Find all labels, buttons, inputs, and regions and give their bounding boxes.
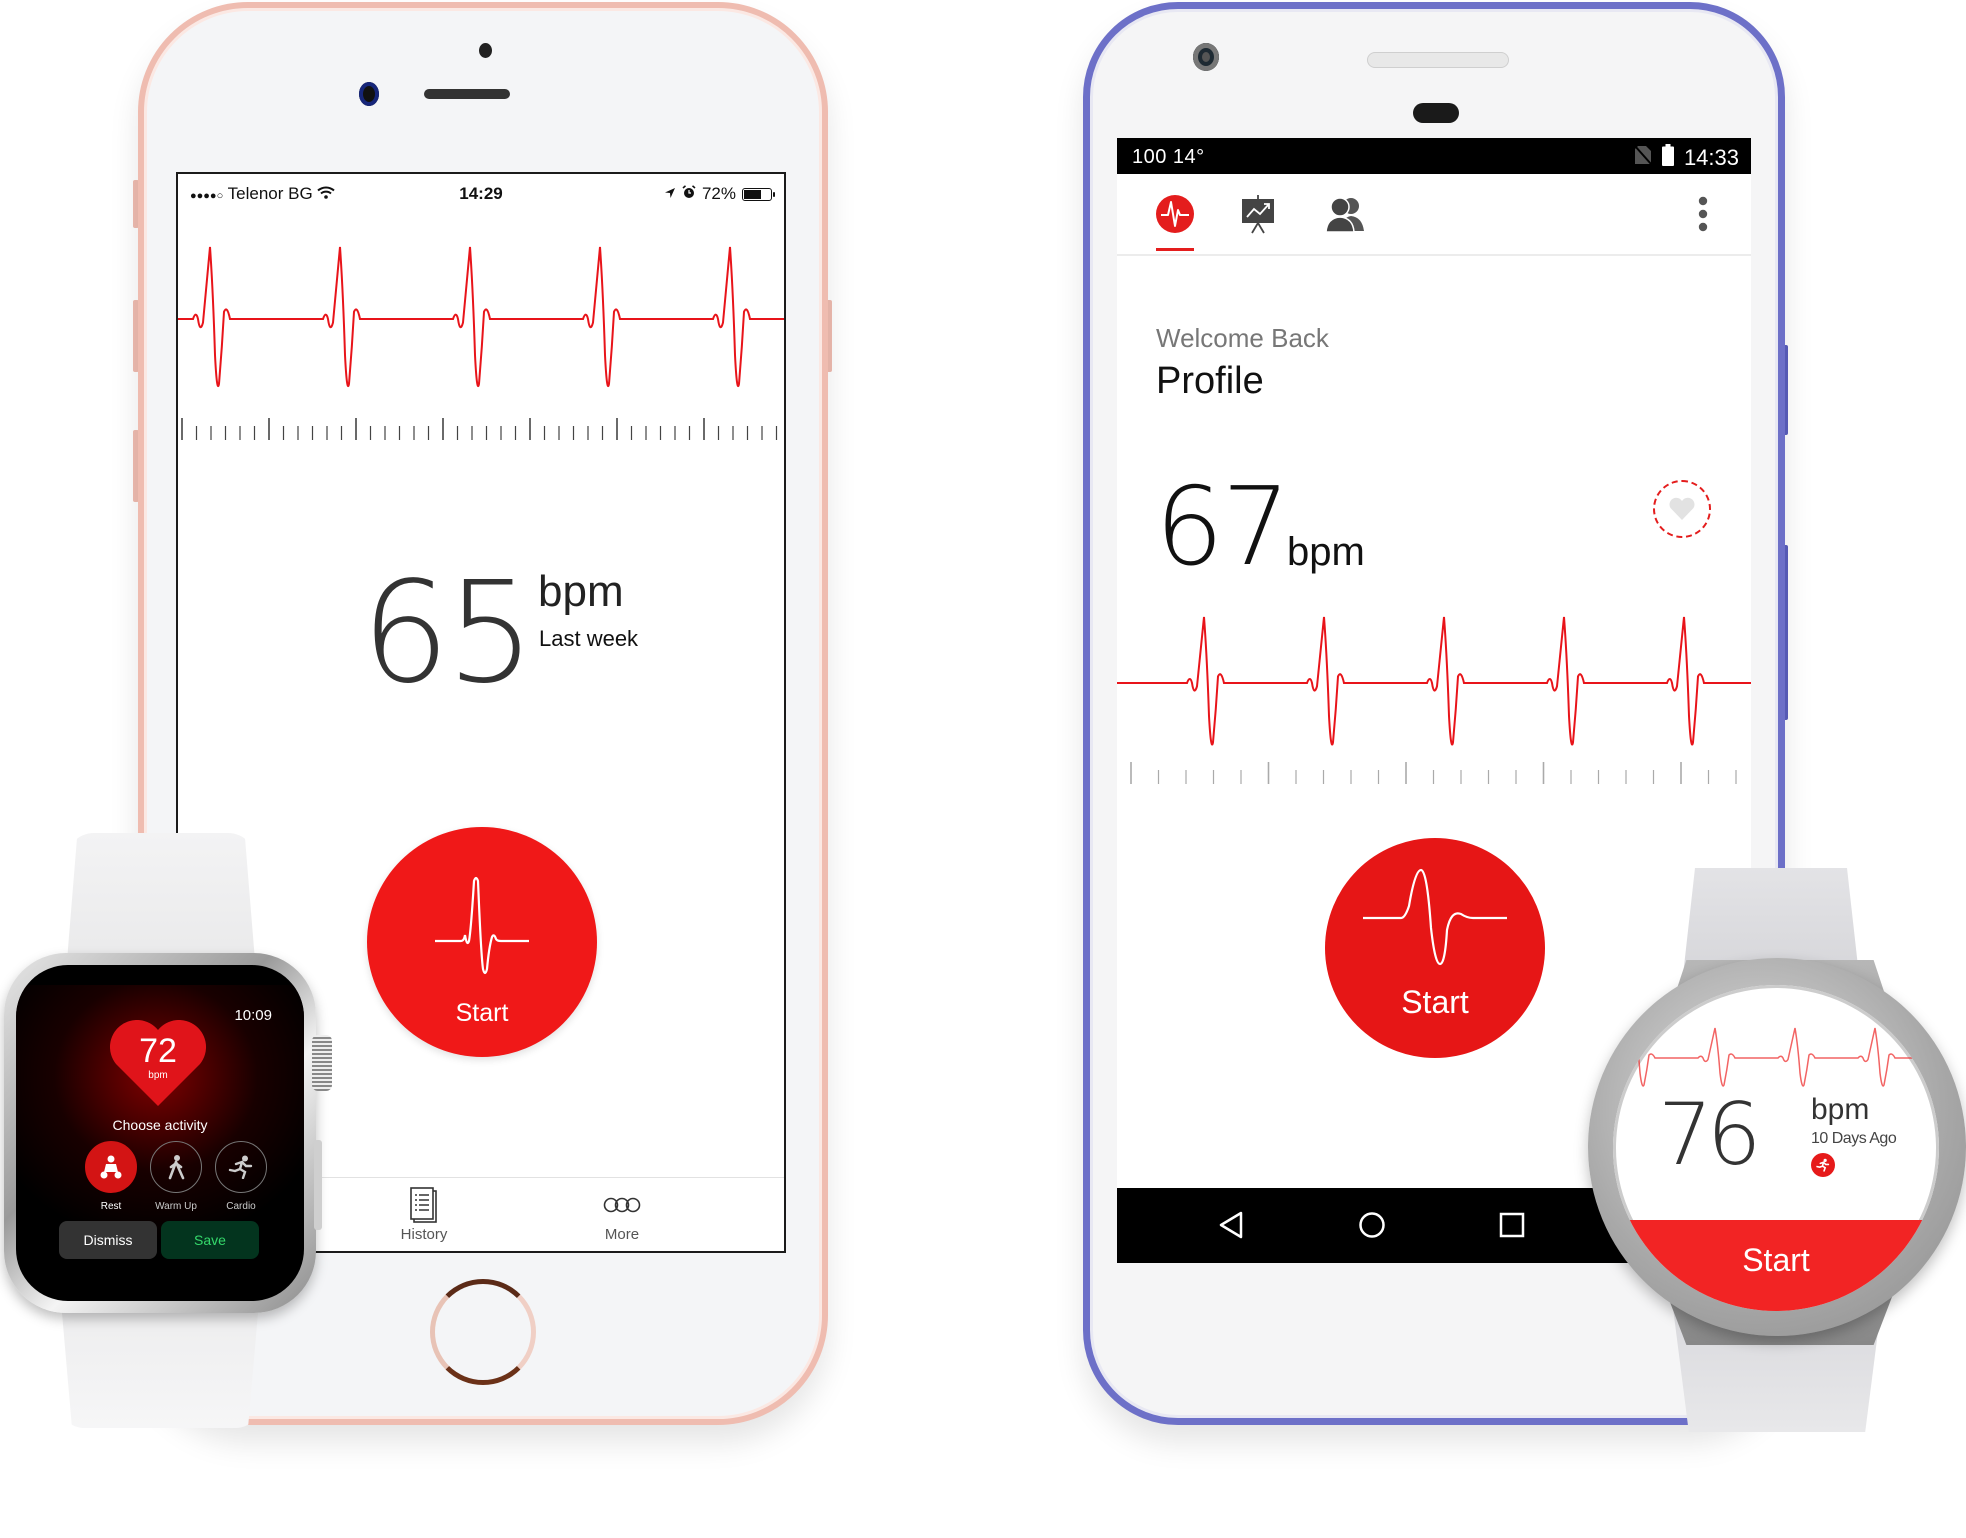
heart-rate-badge: 72 bpm [110,1020,206,1108]
apple-watch-band-top [66,833,256,973]
more-vertical-icon [1698,196,1708,232]
android-earpiece [1367,52,1509,68]
alarm-clock-icon [682,184,696,204]
running-icon [228,1155,253,1179]
start-label: Start [455,999,509,1027]
pulse-icon [1363,868,1507,966]
save-button[interactable]: Save [161,1221,259,1259]
nav-back-button[interactable] [1206,1202,1256,1248]
rest-icon [100,1155,122,1179]
battery-full-icon [1661,144,1674,172]
status-right: 72% [664,184,775,204]
battery-percent: 72% [701,184,736,203]
running-icon [1816,1158,1830,1172]
watch-bpm-unit: bpm [148,1070,168,1081]
android-sensor [1413,103,1459,123]
activity-warm-up[interactable]: Warm Up [149,1141,203,1212]
battery-icon [742,187,775,201]
ecg-waveform [1613,1027,1939,1087]
tab-heart-rate[interactable] [1151,190,1199,238]
ecg-time-ruler [1130,762,1737,784]
status-right: 14:33 [1634,144,1739,172]
gear-bpm-unit: bpm [1811,1093,1870,1126]
heart-rate-icon [1156,195,1194,233]
android-front-camera [1193,43,1219,71]
profile-title: Profile [1156,360,1264,402]
android-tab-row [1117,174,1751,256]
walking-icon [168,1155,185,1180]
welcome-text: Welcome Back [1156,323,1329,353]
heart-icon [1669,497,1695,520]
ecg-waveform [178,246,784,388]
tab-history[interactable]: History [364,1184,484,1243]
activity-rest[interactable]: Rest [84,1141,138,1212]
ecg-waveform [1117,616,1751,746]
tab-more-label: More [604,1226,640,1243]
no-sim-icon [1634,145,1652,171]
ecg-trace [1117,616,1751,746]
bpm-value: 67 [1155,465,1290,590]
gear-watch-screen: 76 bpm 10 Days Ago Start [1613,985,1939,1311]
ios-status-bar: ●●●●○ Telenor BG 14:29 72% [178,174,784,210]
location-arrow-icon [664,184,676,204]
pulse-icon [435,876,529,975]
more-rings-icon [603,1197,641,1213]
watch-side-button[interactable] [314,1140,322,1230]
start-label: Start [1401,984,1469,1020]
android-status-bar: 100 14° 14:33 [1117,138,1751,174]
favorite-button[interactable] [1653,480,1711,538]
tab-history-label: History [400,1226,448,1243]
ecg-time-ruler [181,418,778,440]
iphone-earpiece [424,89,510,99]
start-measurement-button[interactable]: Start [367,827,597,1057]
watch-time: 10:09 [234,1007,272,1024]
start-measurement-button[interactable]: Start [1325,838,1545,1058]
overflow-menu-button[interactable] [1679,190,1727,238]
nav-recents-button[interactable] [1487,1202,1537,1248]
apple-watch-screen: 10:09 72 bpm Choose activity Rest Warm U… [16,965,304,1301]
gear-bpm-value: 76 [1658,1085,1761,1185]
status-left: 100 14° [1132,146,1205,168]
iphone-front-camera [359,82,379,106]
back-icon [1219,1211,1243,1239]
trend-chart-icon [1242,195,1274,234]
bpm-reading: 65 bpm Last week [178,552,784,715]
battery-fill [744,189,762,199]
ecg-trace [178,246,784,388]
watch-bpm-value: 72 [139,1032,177,1070]
dismiss-button[interactable]: Dismiss [59,1221,157,1259]
tab-more[interactable]: More [562,1184,682,1243]
activity-badge [1811,1153,1835,1177]
activity-cardio-label: Cardio [226,1201,256,1212]
active-tab-indicator [1156,248,1194,251]
gear-start-button[interactable]: Start [1613,1220,1939,1311]
activity-cardio[interactable]: Cardio [214,1141,268,1212]
gear-reading-date: 10 Days Ago [1811,1130,1897,1147]
status-time: 14:33 [1683,145,1739,170]
tab-community[interactable] [1321,190,1369,238]
gear-start-label: Start [1742,1242,1810,1278]
iphone-proximity-sensor [479,43,492,58]
tab-trends[interactable] [1234,190,1282,238]
bpm-unit: bpm [538,567,624,616]
choose-activity-prompt: Choose activity [112,1117,208,1133]
reading-date: Last week [539,626,639,651]
users-icon [1325,197,1364,233]
bpm-value: 65 [361,552,535,715]
history-list-icon [410,1187,437,1223]
activity-rest-label: Rest [100,1201,122,1212]
home-icon [1359,1212,1385,1238]
ecg-trace [1613,1027,1939,1087]
digital-crown[interactable] [312,1035,332,1091]
iphone-home-button[interactable] [430,1279,536,1385]
recents-icon [1499,1212,1525,1238]
bpm-unit: bpm [1287,530,1365,574]
activity-warm-up-label: Warm Up [155,1201,197,1212]
nav-home-button[interactable] [1347,1202,1397,1248]
